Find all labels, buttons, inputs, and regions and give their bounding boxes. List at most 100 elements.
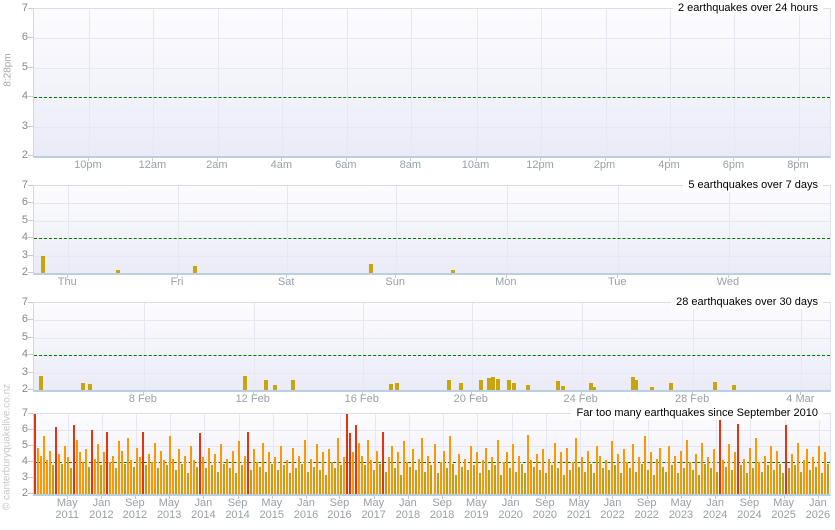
earthquake-bar[interactable] [43, 436, 45, 494]
earthquake-bar[interactable] [364, 465, 367, 494]
earthquake-bar[interactable] [421, 438, 424, 494]
earthquake-bar[interactable] [271, 463, 274, 494]
earthquake-bar[interactable] [274, 457, 277, 494]
earthquake-bar[interactable] [574, 438, 577, 494]
earthquake-bar[interactable] [616, 454, 619, 494]
earthquake-bar[interactable] [127, 438, 130, 494]
earthquake-bar[interactable] [466, 470, 469, 494]
earthquake-bar[interactable] [244, 455, 247, 494]
earthquake-bar[interactable] [463, 458, 466, 494]
earthquake-bar[interactable] [487, 470, 490, 494]
earthquake-bar[interactable] [682, 468, 685, 494]
earthquake-bar[interactable] [502, 462, 505, 494]
earthquake-bar[interactable] [334, 468, 337, 494]
earthquake-bar[interactable] [427, 455, 430, 494]
earthquake-bar[interactable] [733, 452, 736, 494]
earthquake-bar[interactable] [559, 452, 562, 494]
earthquake-bar[interactable] [658, 447, 661, 494]
earthquake-bar[interactable] [229, 468, 232, 494]
earthquake-bar[interactable] [580, 457, 583, 494]
earthquake-bar[interactable] [469, 446, 472, 494]
earthquake-bar[interactable] [52, 465, 55, 494]
earthquake-bar[interactable] [100, 465, 103, 494]
earthquake-bar[interactable] [742, 458, 745, 494]
earthquake-bar[interactable] [265, 471, 268, 494]
earthquake-bar[interactable] [631, 444, 634, 494]
earthquake-bar[interactable] [61, 463, 64, 494]
earthquake-bar[interactable] [700, 442, 703, 494]
earthquake-bar[interactable] [79, 452, 82, 494]
earthquake-bar[interactable] [331, 462, 334, 494]
earthquake-bar[interactable] [520, 463, 523, 494]
earthquake-bar[interactable] [592, 473, 595, 494]
earthquake-bar[interactable] [664, 471, 667, 494]
earthquake-bar[interactable] [286, 460, 289, 494]
earthquake-bar[interactable] [661, 466, 664, 494]
earthquake-bar[interactable] [70, 468, 73, 494]
earthquake-bar[interactable] [745, 473, 748, 494]
earthquake-bar[interactable] [325, 474, 328, 494]
earthquake-bar[interactable] [328, 449, 331, 494]
earthquake-bar[interactable] [601, 468, 604, 494]
earthquake-bar[interactable] [547, 458, 550, 494]
earthquake-bar[interactable] [445, 468, 448, 494]
earthquake-bar[interactable] [157, 468, 160, 494]
earthquake-bar[interactable] [358, 442, 361, 494]
earthquake-bar[interactable] [493, 465, 496, 494]
earthquake-bar[interactable] [706, 457, 709, 494]
earthquake-bar[interactable] [619, 473, 622, 494]
earthquake-bar[interactable] [784, 425, 787, 494]
earthquake-bar[interactable] [517, 455, 520, 494]
earthquake-bar[interactable] [262, 442, 265, 494]
earthquake-bar[interactable] [145, 465, 148, 494]
earthquake-bar[interactable] [76, 439, 79, 494]
earthquake-bar[interactable] [400, 474, 403, 494]
earthquake-bar[interactable] [802, 460, 805, 494]
earthquake-bar[interactable] [343, 457, 346, 494]
earthquake-bar[interactable] [529, 460, 532, 494]
earthquake-bar[interactable] [562, 474, 565, 494]
earthquake-bar[interactable] [589, 463, 592, 494]
earthquake-bar[interactable] [679, 450, 682, 494]
earthquake-bar[interactable] [538, 470, 541, 494]
earthquake-bar[interactable] [667, 446, 670, 494]
earthquake-bar[interactable] [610, 441, 613, 494]
earthquake-bar[interactable] [211, 465, 214, 494]
earthquake-bar[interactable] [505, 452, 508, 494]
earthquake-bar[interactable] [130, 460, 133, 494]
earthquake-bar[interactable] [124, 463, 127, 494]
earthquake-bar[interactable] [814, 466, 817, 494]
earthquake-bar[interactable] [637, 457, 640, 494]
earthquake-bar[interactable] [439, 462, 442, 494]
earthquake-bar[interactable] [550, 465, 553, 494]
earthquake-bar[interactable] [532, 466, 535, 494]
earthquake-bar[interactable] [283, 465, 286, 494]
earthquake-bar[interactable] [214, 454, 217, 494]
earthquake-bar[interactable] [109, 462, 112, 494]
earthquake-bar[interactable] [112, 455, 115, 494]
earthquake-bar[interactable] [196, 466, 199, 494]
earthquake-bar[interactable] [544, 473, 547, 494]
earthquake-bar[interactable] [751, 468, 754, 494]
earthquake-bar[interactable] [496, 439, 499, 494]
earthquake-bar[interactable] [232, 450, 235, 494]
earthquake-bar[interactable] [499, 474, 502, 494]
earthquake-bar[interactable] [583, 471, 586, 494]
earthquake-bar[interactable] [352, 452, 355, 494]
earthquake-bar[interactable] [724, 466, 727, 494]
earthquake-bar[interactable] [280, 446, 283, 494]
earthquake-bar[interactable] [805, 449, 808, 494]
earthquake-bar[interactable] [709, 468, 712, 494]
earthquake-bar[interactable] [190, 446, 193, 494]
earthquake-bar[interactable] [604, 460, 607, 494]
earthquake-bar[interactable] [823, 452, 826, 494]
earthquake-bar[interactable] [820, 473, 823, 494]
earthquake-bar[interactable] [277, 470, 280, 494]
earthquake-bar[interactable] [448, 436, 451, 494]
earthquake-bar[interactable] [259, 466, 262, 494]
earthquake-bar[interactable] [769, 446, 772, 494]
earthquake-bar[interactable] [553, 442, 556, 494]
earthquake-bar[interactable] [349, 433, 352, 494]
earthquake-bar[interactable] [298, 455, 301, 494]
earthquake-bar[interactable] [37, 447, 39, 494]
